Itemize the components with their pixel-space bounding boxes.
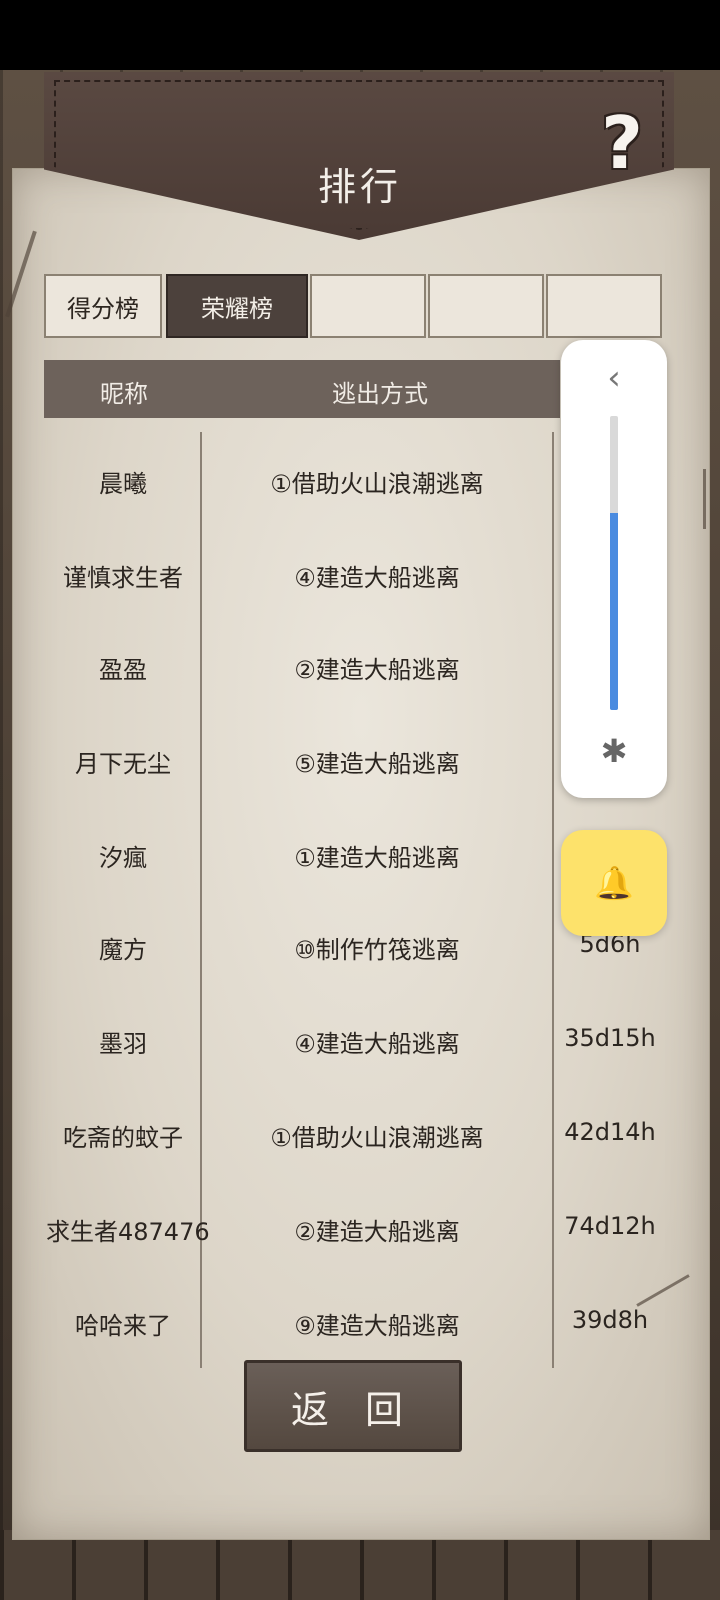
row-nickname: 求生者487476	[46, 1218, 210, 1246]
table-row: 哈哈来了 ⑨建造大船逃离 39d8h	[0, 1292, 720, 1352]
tab-score-ranking[interactable]: 得分榜	[44, 274, 162, 338]
row-escape-method: ④建造大船逃离	[294, 1030, 460, 1058]
row-nickname: 吃斋的蚊子	[63, 1124, 183, 1152]
row-escape-method: ④建造大船逃离	[294, 564, 460, 592]
row-escape-method: ②建造大船逃离	[294, 656, 460, 684]
row-escape-method: ②建造大船逃离	[294, 1218, 460, 1246]
row-time: 74d12h	[564, 1212, 656, 1240]
row-nickname: 月下无尘	[75, 750, 171, 778]
tab-empty-5[interactable]	[546, 274, 662, 338]
volume-slider-fill	[610, 513, 618, 710]
header-nickname: 昵称	[100, 380, 148, 408]
row-nickname: 盈盈	[99, 656, 147, 684]
tab-honor-ranking[interactable]: 荣耀榜	[166, 274, 308, 338]
row-nickname: 谨慎求生者	[63, 564, 183, 592]
help-icon[interactable]: ?	[586, 104, 658, 182]
tab-empty-4[interactable]	[428, 274, 544, 338]
tab-bar: 得分榜 荣耀榜	[44, 274, 662, 342]
header-escape-method: 逃出方式	[332, 380, 428, 408]
row-nickname: 墨羽	[99, 1030, 147, 1058]
table-header: 昵称 逃出方式	[44, 360, 560, 418]
row-time: 39d8h	[571, 1306, 649, 1334]
row-escape-method: ①借助火山浪潮逃离	[270, 470, 484, 498]
table-row: 吃斋的蚊子 ①借助火山浪潮逃离 42d14h	[0, 1104, 720, 1164]
row-escape-method: ⑤建造大船逃离	[294, 750, 460, 778]
table-row: 墨羽 ④建造大船逃离 35d15h	[0, 1010, 720, 1070]
volume-panel: ‹ ✱	[561, 340, 667, 798]
row-escape-method: ①借助火山浪潮逃离	[270, 1124, 484, 1152]
row-time: 35d15h	[564, 1024, 656, 1052]
row-nickname: 晨曦	[99, 470, 147, 498]
ringer-button[interactable]: 🔔	[561, 830, 667, 936]
row-escape-method: ①建造大船逃离	[294, 844, 460, 872]
bluetooth-icon[interactable]: ✱	[561, 732, 667, 770]
table-row: 求生者487476 ②建造大船逃离 74d12h	[0, 1198, 720, 1258]
row-nickname: 魔方	[99, 936, 147, 964]
back-button[interactable]: 返 回	[244, 1360, 462, 1452]
row-time: 42d14h	[564, 1118, 656, 1146]
wood-floor	[0, 1530, 720, 1600]
row-escape-method: ⑩制作竹筏逃离	[294, 936, 460, 964]
row-nickname: 哈哈来了	[75, 1312, 171, 1340]
volume-slider[interactable]	[610, 416, 618, 710]
row-nickname: 汐瘋	[99, 844, 147, 872]
tab-empty-3[interactable]	[310, 274, 426, 338]
row-escape-method: ⑨建造大船逃离	[294, 1312, 460, 1340]
bell-icon: 🔔	[594, 864, 634, 902]
chevron-left-icon[interactable]: ‹	[561, 358, 667, 398]
